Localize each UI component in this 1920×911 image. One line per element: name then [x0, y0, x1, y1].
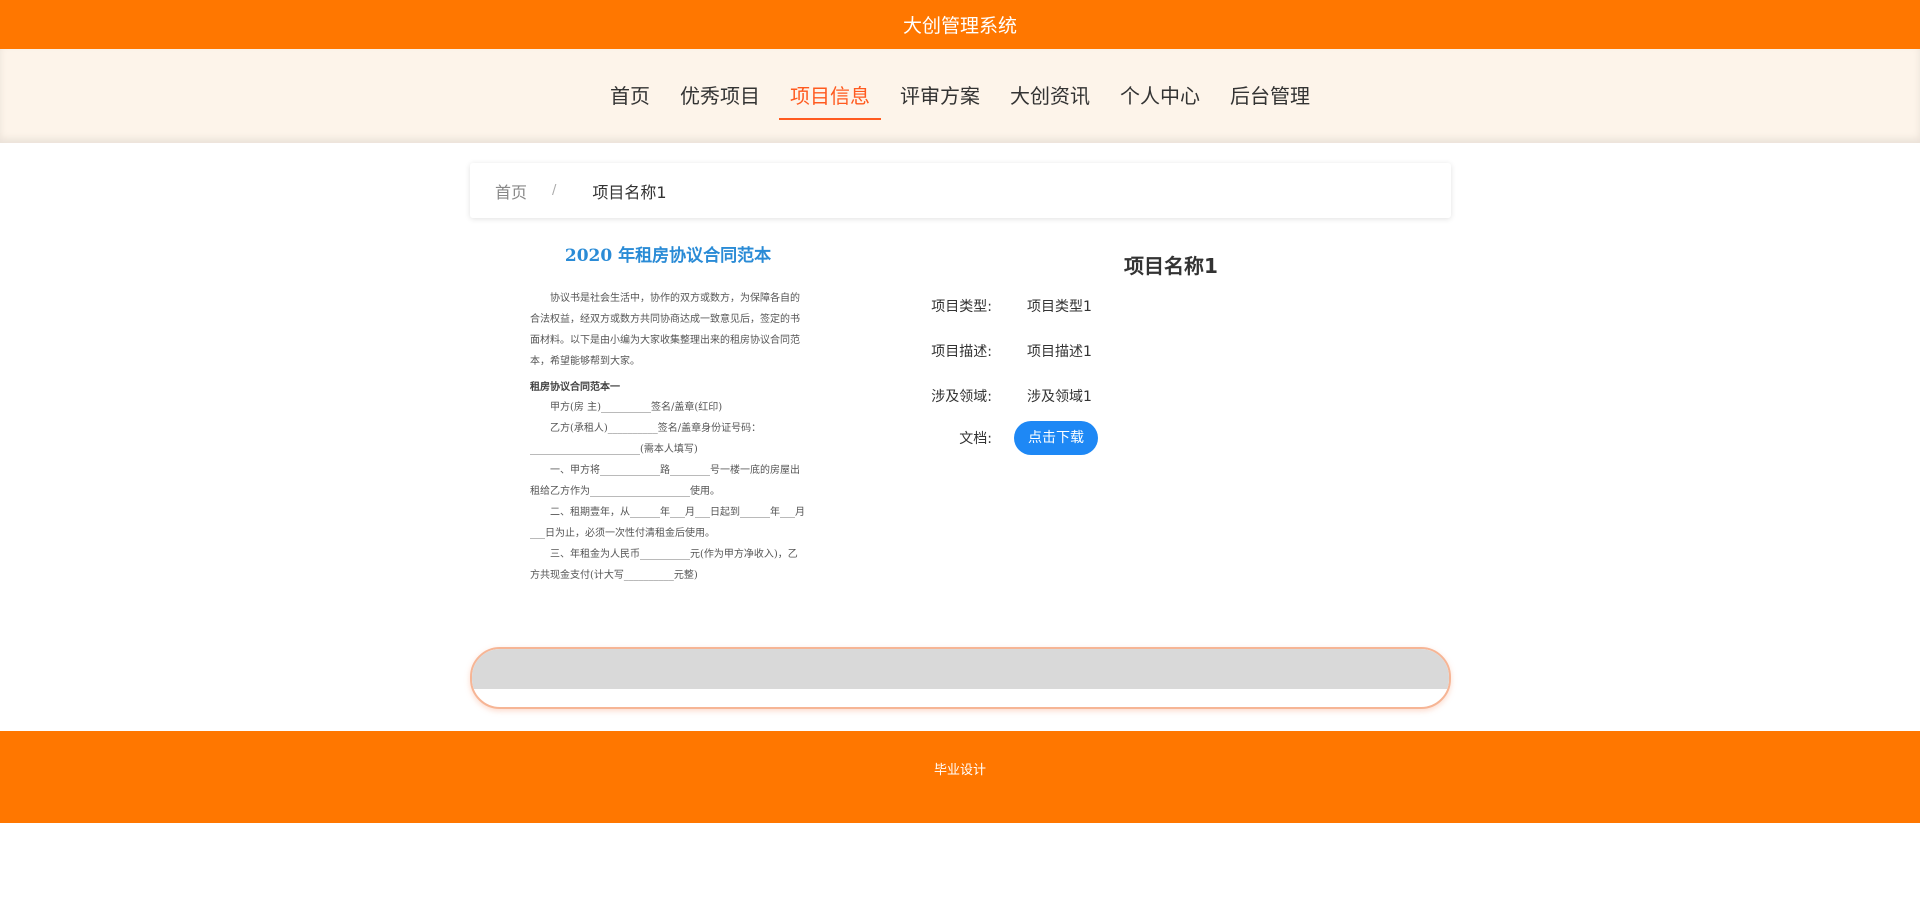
nav-item-excellent-projects[interactable]: 优秀项目 [669, 74, 771, 118]
breadcrumb-home-link[interactable]: 首页 [495, 179, 527, 203]
project-field-label: 涉及领域: [931, 389, 992, 405]
document-paragraph: 一、甲方将____________路________号一楼一底的房屋出租给乙方作… [530, 465, 800, 497]
project-desc-value: 项目描述1 [1027, 344, 1092, 360]
footer-text: 毕业设计 [933, 763, 986, 778]
nav-item-admin[interactable]: 后台管理 [1219, 74, 1321, 118]
document-preview-image: 2020 年租房协议合同范本 协议书是社会生活中，协作的双方或数方，为保障各自的… [523, 230, 813, 635]
footer: 毕业设计 [0, 731, 1920, 823]
document-paragraph: 三、年租金为人民币__________元(作为甲方净收入)，乙方共现金支付(计大… [530, 549, 798, 581]
document-paragraph: 二、租期壹年，从______年___月___日起到______年___月___日… [530, 507, 805, 539]
breadcrumb-separator: / [552, 183, 557, 198]
breadcrumb: 首页 / 项目名称1 [470, 163, 1451, 218]
comment-input-fill [472, 649, 1449, 689]
nav-item-personal-center[interactable]: 个人中心 [1109, 74, 1211, 118]
project-type-value: 项目类型1 [1027, 299, 1092, 315]
project-doc-row: 文档: 点击下载 [900, 421, 1098, 455]
nav-item-review-plan[interactable]: 评审方案 [889, 74, 991, 118]
project-field-value: 涉及领域1 [1027, 389, 1092, 405]
nav-item-news[interactable]: 大创资讯 [999, 74, 1101, 118]
project-desc-label: 项目描述: [931, 344, 992, 360]
nav-list: 首页 优秀项目 项目信息 评审方案 大创资讯 个人中心 后台管理 [595, 74, 1325, 120]
project-desc-row: 项目描述: 项目描述1 [900, 341, 1092, 361]
project-field-row: 涉及领域: 涉及领域1 [900, 386, 1092, 406]
main-nav: 首页 优秀项目 项目信息 评审方案 大创资讯 个人中心 后台管理 [0, 49, 1920, 143]
project-type-row: 项目类型: 项目类型1 [900, 296, 1092, 316]
project-type-label: 项目类型: [931, 299, 992, 315]
top-bar: 大创管理系统 [0, 0, 1920, 49]
download-button[interactable]: 点击下载 [1014, 421, 1098, 455]
nav-item-project-info[interactable]: 项目信息 [779, 74, 881, 120]
project-doc-label: 文档: [959, 431, 992, 447]
document-paragraph: 甲方(房 主)__________签名/盖章(红印) [550, 402, 723, 413]
breadcrumb-current: 项目名称1 [592, 182, 667, 202]
document-paragraph: 乙方(承租人)__________签名/盖章身份证号码：____________… [530, 423, 762, 455]
project-name: 项目名称1 [1124, 254, 1218, 278]
document-paragraph: 协议书是社会生活中，协作的双方或数方，为保障各自的合法权益，经双方或数方共同协商… [530, 293, 800, 367]
comment-input-area[interactable] [470, 647, 1451, 709]
app-title: 大创管理系统 [902, 15, 1017, 37]
document-section-heading: 租房协议合同范本一 [530, 382, 620, 393]
document-title: 2020 年租房协议合同范本 [564, 246, 772, 266]
nav-item-home[interactable]: 首页 [599, 74, 661, 118]
